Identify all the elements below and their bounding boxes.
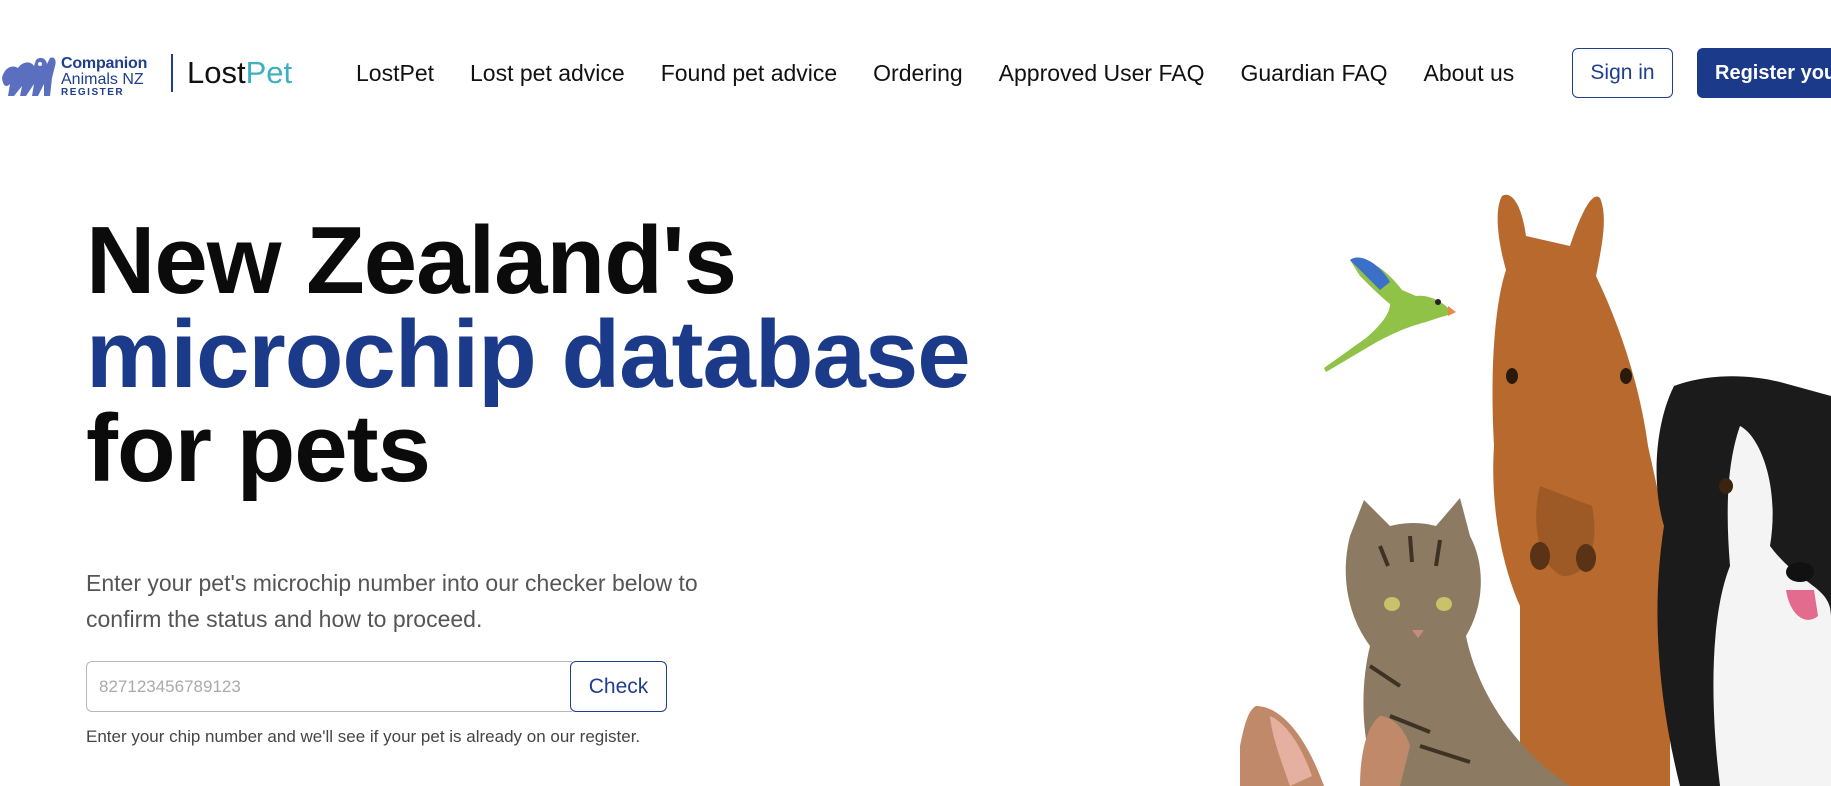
sign-in-button[interactable]: Sign in — [1572, 48, 1673, 98]
logo-org-line1: Companion — [61, 55, 148, 72]
main-nav: LostPet Lost pet advice Found pet advice… — [356, 58, 1514, 88]
nav-item-lost-pet-advice[interactable]: Lost pet advice — [470, 58, 625, 88]
hero-title-line3: for pets — [86, 395, 431, 502]
register-pet-button[interactable]: Register your pet — [1697, 48, 1831, 98]
microchip-checker: Check — [86, 661, 667, 712]
hero-title: New Zealand's microchip database for pet… — [86, 207, 971, 502]
site-header: Companion Animals NZ REGISTER LostPet Lo… — [0, 0, 1831, 146]
logo-brand: LostPet — [187, 56, 292, 90]
microchip-input[interactable] — [86, 661, 572, 712]
site-logo[interactable]: Companion Animals NZ REGISTER LostPet — [0, 46, 300, 100]
hero-title-line2: microchip database — [86, 301, 971, 408]
logo-org-line3: REGISTER — [61, 87, 125, 98]
dog-illustration — [1656, 376, 1831, 786]
nav-item-lostpet[interactable]: LostPet — [356, 58, 434, 88]
hero-title-line1: New Zealand's — [86, 207, 737, 314]
logo-divider — [171, 54, 173, 92]
rabbit-illustration — [1240, 706, 1410, 786]
logo-brand-accent: Pet — [245, 55, 293, 90]
horse-illustration — [1492, 194, 1670, 786]
logo-org-line2: Animals NZ — [61, 71, 144, 88]
nav-item-found-pet-advice[interactable]: Found pet advice — [661, 58, 837, 88]
checker-hint: Enter your chip number and we'll see if … — [86, 727, 641, 746]
logo-brand-main: Lost — [187, 55, 246, 90]
nav-item-ordering[interactable]: Ordering — [873, 58, 962, 88]
nav-item-approved-user-faq[interactable]: Approved User FAQ — [999, 58, 1205, 88]
pets-silhouette-icon — [2, 57, 56, 96]
nav-item-about-us[interactable]: About us — [1424, 58, 1515, 88]
check-button[interactable]: Check — [570, 661, 667, 712]
nav-item-guardian-faq[interactable]: Guardian FAQ — [1240, 58, 1387, 88]
animals-group-image — [1240, 194, 1831, 786]
bird-illustration — [1324, 257, 1456, 372]
hero-intro: Enter your pet's microchip number into o… — [86, 570, 698, 632]
